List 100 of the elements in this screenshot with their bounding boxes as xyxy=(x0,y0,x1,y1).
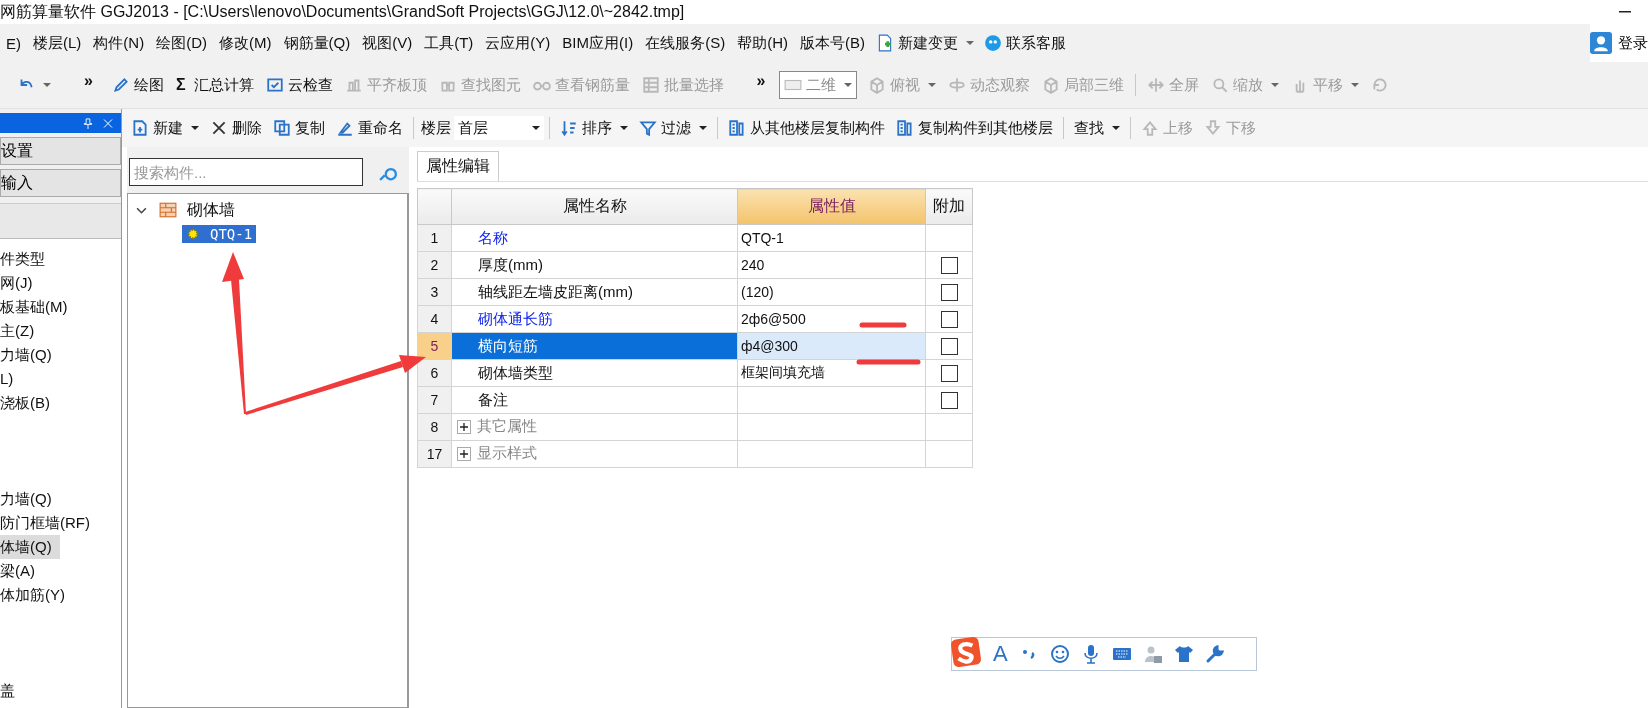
copy-icon xyxy=(273,119,291,137)
toolbar-button[interactable]: Σ 汇总计算 xyxy=(170,71,259,99)
component-type-item[interactable]: 体墙(Q) xyxy=(0,535,60,559)
menu-button[interactable]: 新建变更 xyxy=(871,33,979,53)
tab[interactable]: 属性编辑 xyxy=(417,151,499,181)
property-value[interactable]: (120) xyxy=(737,278,926,306)
tree-item[interactable]: QTQ-1 xyxy=(182,225,257,243)
row-number: 1 xyxy=(417,224,452,252)
property-name: 砌体墙类型 xyxy=(451,359,738,387)
menu-item[interactable]: 绘图(D) xyxy=(150,33,213,53)
panel-button[interactable]: 输入 xyxy=(0,169,121,197)
toolbar-button[interactable]: 过滤 xyxy=(634,114,712,142)
caret-icon xyxy=(620,126,628,130)
caret-icon xyxy=(532,126,540,130)
document-icon xyxy=(876,34,894,52)
row-number: 2 xyxy=(417,251,452,279)
font-button[interactable]: A xyxy=(993,641,1008,667)
login-button[interactable]: 登录 xyxy=(1590,24,1648,62)
menu-item[interactable]: 构件(N) xyxy=(87,33,151,53)
mascot-icon xyxy=(984,34,1002,52)
logo-icon[interactable] xyxy=(950,636,982,668)
toolbar-button[interactable]: 查找 xyxy=(1069,114,1125,142)
component-type-item[interactable]: L) xyxy=(0,367,22,391)
property-value[interactable]: 2ф6@500 xyxy=(737,305,926,333)
close-icon[interactable] xyxy=(103,117,113,129)
checkbox[interactable] xyxy=(940,257,958,275)
checkbox[interactable] xyxy=(940,311,958,329)
minimize-icon[interactable] xyxy=(1618,11,1632,13)
toolbar-button[interactable]: 删除 xyxy=(205,114,267,142)
toolbar-button[interactable]: 排序 xyxy=(555,114,633,142)
checkbox[interactable] xyxy=(940,365,958,383)
component-type-item[interactable]: 体加筋(Y) xyxy=(0,583,73,607)
toolbar-button[interactable]: 复制构件到其他楼层 xyxy=(891,114,1058,142)
toolbar-button[interactable]: 云检查 xyxy=(260,71,338,99)
component-type-item[interactable]: 力墙(Q) xyxy=(0,343,60,367)
caret-icon xyxy=(43,83,51,87)
component-type-item[interactable]: 板基础(M) xyxy=(0,295,76,319)
checkbox[interactable] xyxy=(940,284,958,302)
cube-icon xyxy=(868,76,887,94)
menu-item[interactable]: BIM应用(I) xyxy=(556,33,640,53)
menu-item[interactable]: 视图(V) xyxy=(356,33,419,53)
toolbar-button[interactable]: 新建 xyxy=(126,114,204,142)
zoom-icon xyxy=(1211,76,1230,94)
toolbar-button[interactable]: 复制 xyxy=(268,114,330,142)
toolbar-button[interactable]: 从其他楼层复制构件 xyxy=(723,114,890,142)
group-name: 其它属性 xyxy=(477,417,537,437)
row-number: 7 xyxy=(417,386,452,414)
view-select[interactable]: 二维 xyxy=(779,71,858,99)
expand-icon[interactable] xyxy=(457,446,471,461)
menu-item[interactable]: 修改(M) xyxy=(213,33,278,53)
tree-item[interactable]: 砌体墙 xyxy=(183,198,239,222)
overflow-button[interactable]: » xyxy=(58,72,105,98)
row-number: 4 xyxy=(417,305,452,333)
menu-item[interactable]: 帮助(H) xyxy=(731,33,794,53)
row-number: 8 xyxy=(417,413,452,441)
gear-icon xyxy=(186,227,200,241)
toolbar-button[interactable]: 绘图 xyxy=(106,71,169,99)
checkbox[interactable] xyxy=(940,338,958,356)
property-value[interactable]: 框架间填充墙 xyxy=(737,359,926,387)
component-type-item[interactable]: 网(J) xyxy=(0,271,41,295)
wrench-icon[interactable] xyxy=(1204,644,1225,664)
floor-select[interactable]: 首层 xyxy=(454,116,544,140)
component-type-item[interactable]: 件类型 xyxy=(0,247,53,271)
floor-copy-icon xyxy=(896,119,914,137)
brick-wall-icon xyxy=(159,201,177,219)
menu-item[interactable]: 云应用(Y) xyxy=(479,33,557,53)
menu-item[interactable]: 工具(T) xyxy=(418,33,480,53)
caret-icon xyxy=(699,126,707,130)
property-value[interactable]: QTQ-1 xyxy=(737,224,926,252)
menu-item[interactable]: 在线服务(S) xyxy=(639,33,732,53)
person-icon[interactable] xyxy=(1142,644,1163,664)
menu-item[interactable]: 版本号(B) xyxy=(794,33,871,53)
pin-icon[interactable] xyxy=(83,117,93,129)
menu-button[interactable]: 联系客服 xyxy=(979,33,1071,53)
property-value[interactable]: ф4@300 xyxy=(737,332,926,360)
search-field[interactable]: 搜索构件... xyxy=(129,158,363,186)
checkbox[interactable] xyxy=(940,392,958,410)
property-value[interactable]: 240 xyxy=(737,251,926,279)
component-type-item[interactable]: 主(Z) xyxy=(0,319,43,343)
grid-icon xyxy=(641,76,660,94)
component-type-item[interactable]: 盖 xyxy=(0,679,23,703)
component-type-item[interactable]: 力墙(Q) xyxy=(0,487,60,511)
cube-icon xyxy=(1042,76,1061,94)
shirt-icon[interactable] xyxy=(1173,644,1194,664)
component-type-item[interactable]: 防门框墙(RF) xyxy=(0,511,98,535)
toolbar-button[interactable]: 重命名 xyxy=(331,114,408,142)
menu-item[interactable]: E) xyxy=(0,34,27,52)
down-arrow-icon xyxy=(1204,119,1222,137)
menu-item[interactable]: 楼层(L) xyxy=(27,33,88,53)
floor-label: 楼层 xyxy=(420,118,452,138)
delete-icon xyxy=(210,119,228,137)
menu-item[interactable]: 钢筋量(Q) xyxy=(277,33,357,53)
smiley-icon[interactable] xyxy=(1049,644,1070,664)
component-type-item[interactable]: 浇板(B) xyxy=(0,391,58,415)
expand-icon[interactable] xyxy=(457,419,471,434)
property-name: 横向短筋 xyxy=(451,332,738,360)
orbit-icon xyxy=(948,76,967,94)
component-type-item[interactable]: 梁(A) xyxy=(0,559,43,583)
overflow-button[interactable]: » xyxy=(730,72,778,98)
panel-button[interactable]: 设置 xyxy=(0,137,121,165)
